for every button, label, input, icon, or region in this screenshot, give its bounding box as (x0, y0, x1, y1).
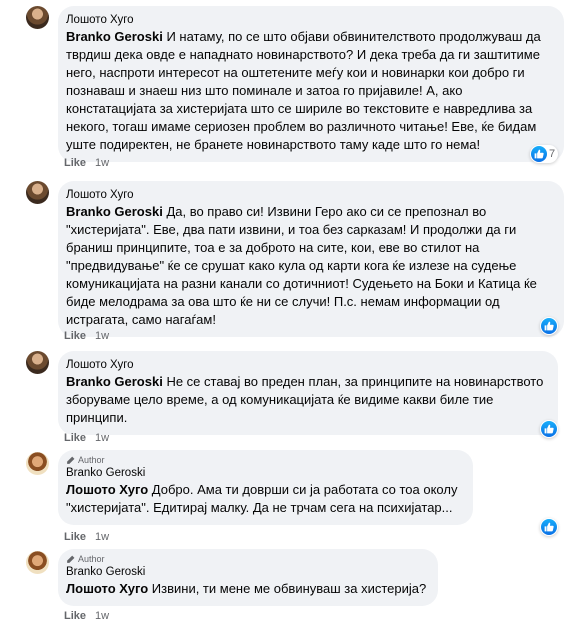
like-button[interactable]: Like (64, 330, 86, 342)
comment-actions: Like 1w (64, 531, 109, 543)
timestamp[interactable]: 1w (95, 531, 109, 543)
author-label: Author (78, 554, 105, 564)
comment-bubble: Лошото Хуго Branko Geroski Не се ставај … (58, 351, 558, 435)
like-button[interactable]: Like (64, 610, 86, 622)
timestamp[interactable]: 1w (95, 157, 109, 169)
author-label: Author (78, 455, 105, 465)
like-thumb-icon (541, 519, 557, 535)
pen-icon (67, 456, 75, 464)
reaction-summary[interactable] (540, 317, 558, 335)
comment-bubble: Лошото Хуго Branko Geroski Да, во право … (58, 181, 564, 337)
reaction-count: 7 (549, 148, 556, 160)
author-badge: Author (66, 554, 427, 564)
comment-text: Branko Geroski Да, во право си! Извини Г… (66, 203, 553, 329)
comment-body: И натаму, по се што објави обвинителство… (66, 29, 541, 152)
commenter-name[interactable]: Лошото Хуго (66, 188, 553, 203)
comment-text: Лошото Хуго Добро. Ама ти доврши си ја р… (66, 481, 462, 517)
comment-text: Branko Geroski И натаму, по се што објав… (66, 28, 553, 154)
timestamp[interactable]: 1w (95, 330, 109, 342)
comment-actions: Like 1w (64, 330, 109, 342)
timestamp[interactable]: 1w (95, 432, 109, 444)
commenter-name[interactable]: Лошото Хуго (66, 358, 547, 373)
comment-text: Branko Geroski Не се ставај во преден пл… (66, 373, 547, 427)
comment-bubble: Лошото Хуго Branko Geroski И натаму, по … (58, 6, 564, 162)
like-button[interactable]: Like (64, 157, 86, 169)
comment-actions: Like 1w (64, 610, 109, 622)
comment-actions: Like 1w (64, 432, 109, 444)
comment-body: Да, во право си! Извини Геро ако си се п… (66, 204, 537, 327)
mention[interactable]: Branko Geroski (66, 29, 163, 44)
comment-bubble: Author Branko Geroski Лошото Хуго Извини… (58, 549, 438, 606)
comment-body: Извини, ти мене ме обвинуваш за хистериј… (148, 581, 427, 596)
comment-actions: Like 1w (64, 157, 109, 169)
commenter-name[interactable]: Лошото Хуго (66, 13, 553, 28)
comment-thread: Лошото Хуго Branko Geroski И натаму, по … (0, 0, 585, 625)
avatar[interactable] (26, 181, 49, 204)
comment-text: Лошото Хуго Извини, ти мене ме обвинуваш… (66, 580, 427, 598)
commenter-name[interactable]: Branko Geroski (66, 565, 427, 580)
mention[interactable]: Лошото Хуго (66, 482, 148, 497)
avatar[interactable] (26, 6, 49, 29)
avatar[interactable] (26, 551, 49, 574)
mention[interactable]: Branko Geroski (66, 204, 163, 219)
like-thumb-icon (531, 146, 547, 162)
reaction-summary[interactable]: 7 (530, 145, 559, 163)
mention[interactable]: Branko Geroski (66, 374, 163, 389)
like-thumb-icon (541, 318, 557, 334)
pen-icon (67, 555, 75, 563)
like-button[interactable]: Like (64, 531, 86, 543)
like-button[interactable]: Like (64, 432, 86, 444)
timestamp[interactable]: 1w (95, 610, 109, 622)
avatar[interactable] (26, 452, 49, 475)
reaction-summary[interactable] (540, 420, 558, 438)
mention[interactable]: Лошото Хуго (66, 581, 148, 596)
avatar[interactable] (26, 351, 49, 374)
comment-bubble: Author Branko Geroski Лошото Хуго Добро.… (58, 450, 473, 525)
like-thumb-icon (541, 421, 557, 437)
author-badge: Author (66, 455, 462, 465)
commenter-name[interactable]: Branko Geroski (66, 466, 462, 481)
reaction-summary[interactable] (540, 518, 558, 536)
